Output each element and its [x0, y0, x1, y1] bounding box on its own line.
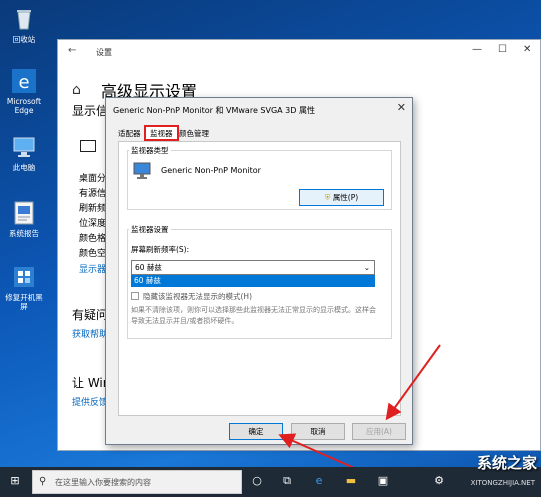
feedback-link[interactable]: 提供反馈: [72, 395, 108, 408]
help-heading: 有疑问: [72, 308, 109, 322]
monitor-properties-dialog: Generic Non-PnP Monitor 和 VMware SVGA 3D…: [105, 97, 413, 445]
desktop-icon-recycle-bin[interactable]: 回收站: [2, 6, 46, 44]
home-icon[interactable]: ⌂: [72, 82, 81, 98]
desktop-icon-label: 此电脑: [12, 163, 36, 172]
hide-modes-checkbox[interactable]: [131, 292, 139, 300]
desktop-icon-computer[interactable]: 此电脑: [2, 134, 46, 172]
hide-modes-label: 隐藏该监视器无法显示的模式(H): [143, 292, 252, 301]
cancel-button[interactable]: 取消: [291, 423, 345, 440]
search-placeholder: 在这里输入你要搜索的内容: [55, 478, 151, 487]
task-view-icon[interactable]: ⧉: [280, 474, 294, 488]
info-item: 颜色格: [79, 234, 107, 244]
info-item: 颜色空: [79, 249, 107, 259]
monitor-name: Generic Non-PnP Monitor: [161, 166, 261, 175]
watermark-logo: 系统之家: [476, 454, 537, 472]
desktop-icon-label: 回收站: [12, 35, 36, 44]
properties-button[interactable]: ⛨ 属性(P): [299, 189, 384, 206]
cortana-icon[interactable]: ○: [250, 474, 264, 488]
help-link[interactable]: 获取帮助: [72, 327, 108, 340]
refresh-rate-label: 屏幕刷新频率(S):: [131, 245, 190, 254]
tab-panel: 监视器类型 Generic Non-PnP Monitor ⛨ 属性(P) 监视…: [118, 141, 401, 416]
info-item: 位深度: [79, 219, 107, 229]
search-icon: ⚲: [39, 476, 47, 487]
group-label: 监视器类型: [129, 145, 171, 156]
display-adapter-link[interactable]: 显示器: [79, 262, 106, 275]
close-icon[interactable]: ✕: [397, 101, 406, 114]
report-icon: [11, 200, 37, 226]
dialog-title: Generic Non-PnP Monitor 和 VMware SVGA 3D…: [113, 106, 315, 115]
recycle-bin-icon: [11, 6, 37, 32]
file-explorer-icon[interactable]: ▬: [344, 474, 358, 488]
refresh-rate-select[interactable]: 60 赫兹 ⌄: [131, 260, 375, 275]
settings-gear-icon[interactable]: ⚙: [432, 474, 446, 488]
ok-button[interactable]: 确定: [229, 423, 283, 440]
desktop-icon-report[interactable]: 系统报告: [2, 200, 46, 238]
apply-button[interactable]: 应用(A): [352, 423, 406, 440]
display-icon: [133, 162, 151, 183]
info-item: 有源信: [79, 189, 107, 199]
store-icon[interactable]: ▣: [376, 474, 390, 488]
maximize-icon[interactable]: ☐: [498, 44, 507, 55]
desktop-icon-label: 修复开机黑屏: [5, 293, 43, 311]
svg-text:e: e: [18, 72, 29, 93]
warning-note: 如果不清除该项，则你可以选择那些此监视器无法正常显示的显示模式。这样会导致无法显…: [131, 306, 376, 325]
tab-color-management[interactable]: 颜色管理: [175, 127, 213, 141]
tab-adapter[interactable]: 适配器: [114, 127, 145, 141]
info-item: 桌面分: [79, 174, 107, 184]
tab-monitor[interactable]: 监视器: [144, 125, 179, 141]
dropdown-option[interactable]: 60 赫兹: [131, 275, 375, 287]
tool-icon: [11, 264, 37, 290]
desktop-icon-repair[interactable]: 修复开机黑屏: [2, 264, 46, 311]
desktop-icon-edge[interactable]: e Microsoft Edge: [2, 68, 46, 115]
edge-taskbar-icon[interactable]: e: [312, 474, 326, 488]
info-item: 刷新频: [79, 204, 107, 214]
windows-start-icon[interactable]: ⊞: [8, 474, 22, 488]
monitor-icon: [80, 140, 96, 152]
minimize-icon[interactable]: —: [472, 44, 482, 55]
chevron-down-icon: ⌄: [363, 263, 370, 272]
group-label: 监视器设置: [129, 224, 171, 235]
window-title: 设置: [96, 48, 112, 57]
taskbar: ⊞ ⚲ 在这里输入你要搜索的内容 ○ ⧉ e ▬ ▣ ⚙: [0, 467, 541, 497]
close-icon[interactable]: ✕: [523, 44, 531, 55]
desktop-icon-label: Microsoft Edge: [6, 97, 42, 115]
taskbar-search[interactable]: ⚲ 在这里输入你要搜索的内容: [32, 470, 242, 494]
shield-icon: ⛨: [324, 193, 331, 202]
desktop-icon-label: 系统报告: [9, 229, 39, 238]
back-arrow-icon[interactable]: ←: [68, 45, 76, 56]
edge-icon: e: [11, 68, 37, 94]
computer-icon: [11, 134, 37, 160]
watermark-url: XITONGZHIJIA.NET: [470, 479, 535, 487]
section-title: 显示信: [72, 104, 109, 118]
